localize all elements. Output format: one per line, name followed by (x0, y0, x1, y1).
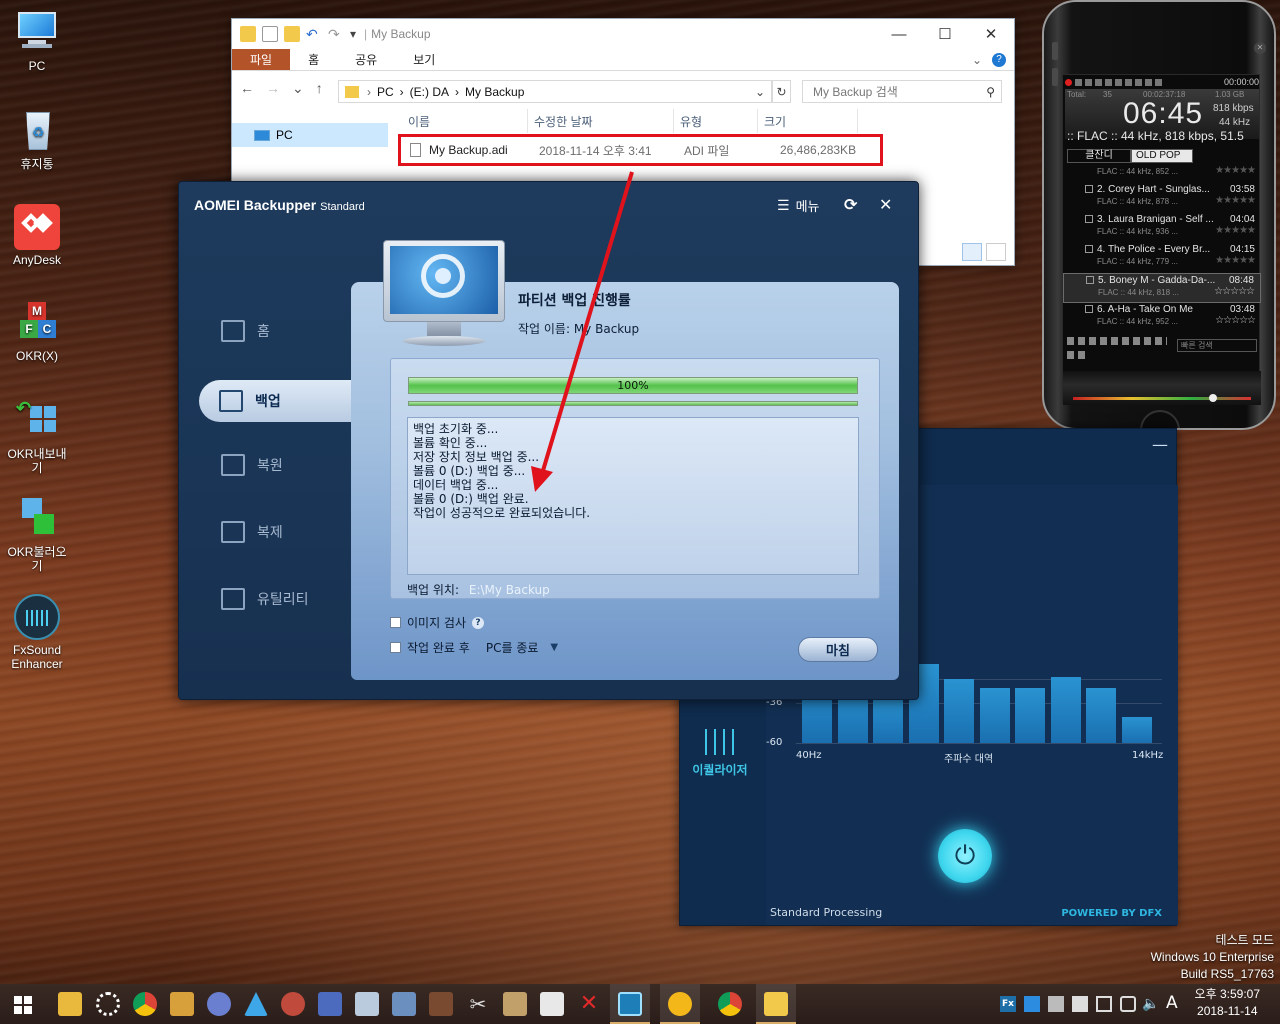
network-icon[interactable] (1048, 996, 1064, 1012)
watermark-text: 테스트 모드 Windows 10 Enterprise Build RS5_1… (1151, 932, 1274, 983)
app-icon[interactable] (392, 992, 416, 1016)
file-explorer-icon[interactable] (764, 992, 788, 1016)
tray-icon[interactable] (1096, 996, 1112, 1012)
os-edition-label: Windows 10 Enterprise (1150, 950, 1274, 964)
usb-icon[interactable] (1120, 996, 1136, 1012)
test-mode-label: 테스트 모드 (1215, 933, 1274, 947)
taskbar: ✂ ✕ Fx 🔈 A 오후 3:59:07 2018-11-14 (0, 984, 1280, 1024)
player-taskbar-icon[interactable] (668, 992, 692, 1016)
file-explorer-icon[interactable] (58, 992, 82, 1016)
app-x-icon[interactable]: ✕ (577, 992, 601, 1016)
annotation-arrow (531, 171, 634, 492)
tray-icon[interactable] (1024, 996, 1040, 1012)
chrome-icon[interactable] (133, 992, 157, 1016)
app-icon[interactable] (503, 992, 527, 1016)
settings-icon[interactable] (96, 992, 120, 1016)
clock-time: 오후 3:59:07 (1194, 987, 1260, 1001)
clock[interactable]: 오후 3:59:07 2018-11-14 (1195, 986, 1260, 1020)
app-icon[interactable] (170, 992, 194, 1016)
tools-icon[interactable]: ✂ (466, 992, 490, 1016)
chrome-icon[interactable] (718, 992, 742, 1016)
app-icon[interactable] (355, 992, 379, 1016)
tray-icon[interactable] (1072, 996, 1088, 1012)
app-icon[interactable] (244, 992, 268, 1016)
volume-icon[interactable]: 🔈 (1142, 996, 1159, 1012)
app-icon[interactable] (429, 992, 453, 1016)
ime-indicator[interactable]: A (1166, 993, 1178, 1013)
clock-date: 2018-11-14 (1197, 1004, 1258, 1018)
start-button[interactable] (14, 996, 32, 1014)
app-icon[interactable] (207, 992, 231, 1016)
app-icon[interactable] (318, 992, 342, 1016)
aomei-taskbar-icon[interactable] (618, 992, 642, 1016)
app-icon[interactable] (540, 992, 564, 1016)
app-icon[interactable] (281, 992, 305, 1016)
fxsound-tray-icon[interactable]: Fx (1000, 996, 1016, 1012)
build-label: Build RS5_17763 (1180, 967, 1274, 981)
